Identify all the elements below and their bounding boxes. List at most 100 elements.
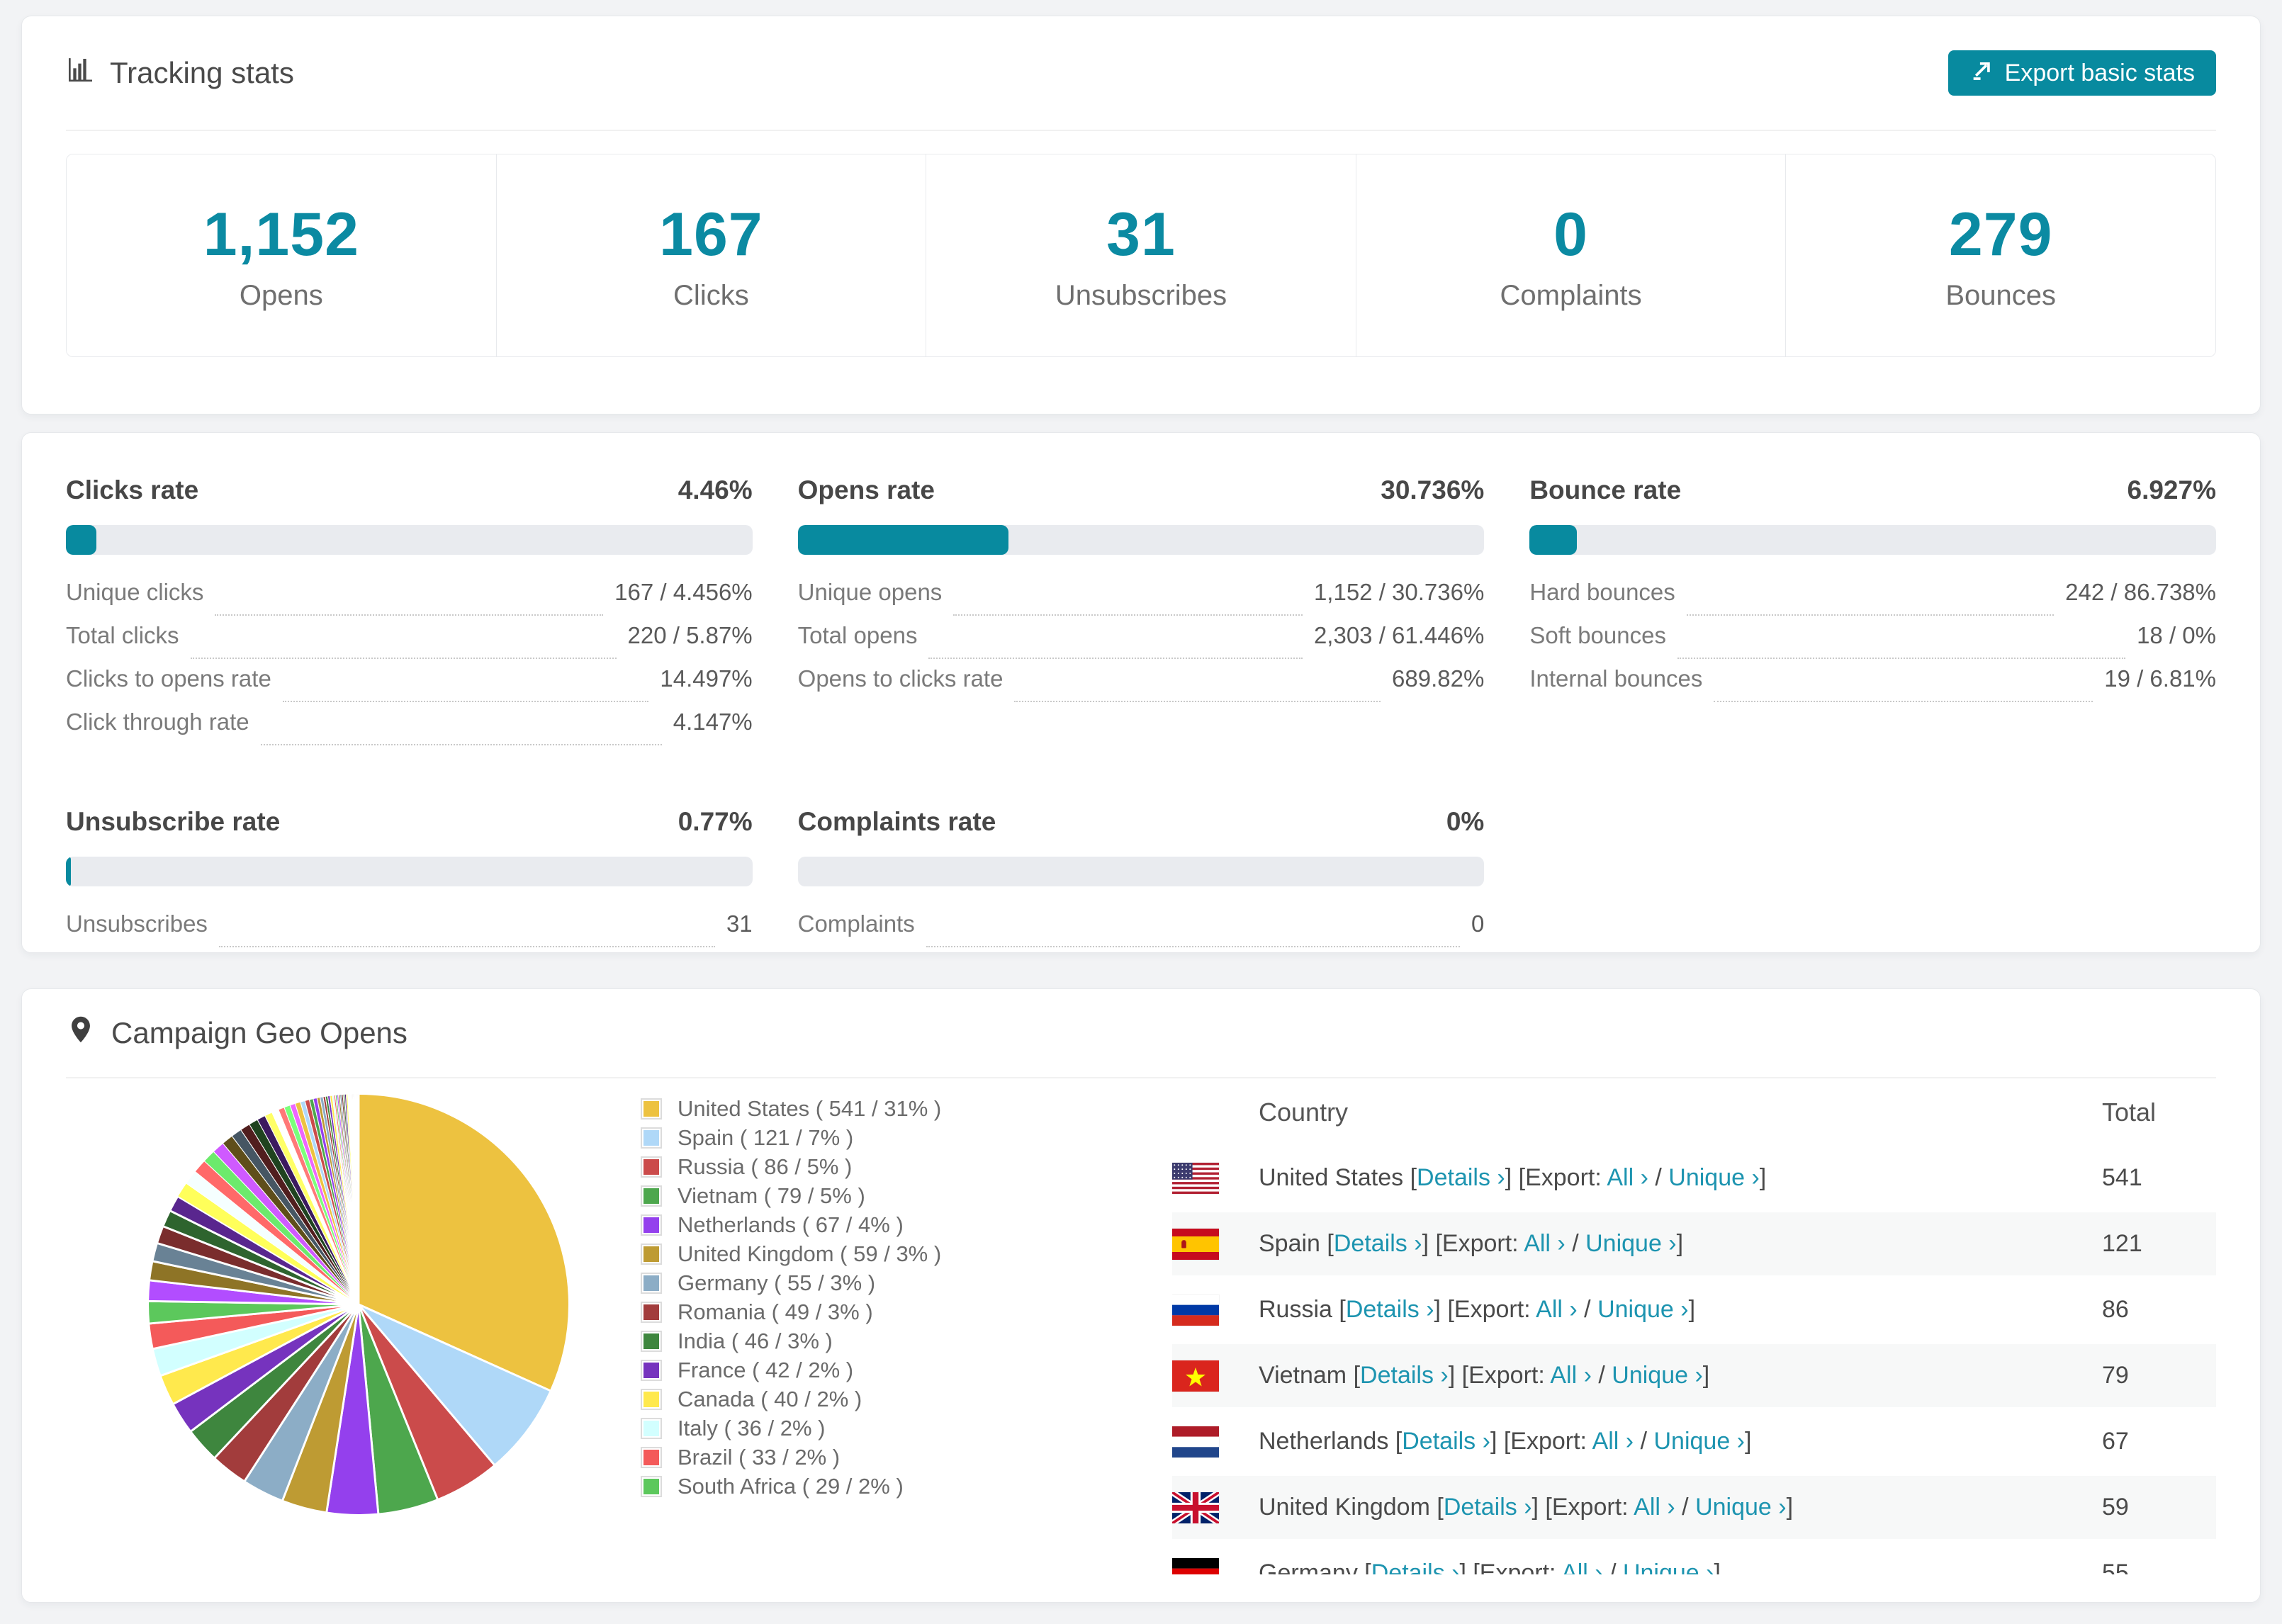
dotted-leader bbox=[1014, 701, 1381, 702]
rate-title: Opens rate bbox=[797, 475, 935, 504]
geo-row-netherlands: Netherlands [Details ›] [Export: All › /… bbox=[1172, 1410, 2216, 1473]
details-link[interactable]: Details › bbox=[1371, 1560, 1460, 1574]
stat-label: Opens bbox=[239, 279, 323, 311]
country-total: 79 bbox=[2102, 1362, 2129, 1389]
rate-title: Complaints rate bbox=[797, 807, 996, 836]
legend-item-united-states: United States ( 541 / 31% ) bbox=[641, 1094, 941, 1123]
tracking-stats-title: Tracking stats bbox=[66, 55, 294, 91]
export-all-link[interactable]: All › bbox=[1524, 1230, 1566, 1257]
legend-label: South Africa ( 29 / 2% ) bbox=[678, 1473, 904, 1499]
export-all-link[interactable]: All › bbox=[1634, 1494, 1675, 1521]
details-link[interactable]: Details › bbox=[1417, 1164, 1505, 1191]
page-title: Tracking stats bbox=[110, 56, 294, 89]
rates-grid: Clicks rate 4.46% Unique clicks 167 / 4.… bbox=[66, 475, 2216, 954]
legend-swatch bbox=[641, 1127, 662, 1149]
rate-row-total-opens: Total opens 2,303 / 61.446% bbox=[798, 622, 1484, 665]
rate-progress-track bbox=[66, 857, 753, 886]
bar-chart-icon bbox=[66, 55, 94, 91]
legend-label: Brazil ( 33 / 2% ) bbox=[678, 1444, 841, 1470]
details-link[interactable]: Details › bbox=[1444, 1494, 1532, 1521]
column-total: Total bbox=[2102, 1098, 2157, 1127]
export-unique-link[interactable]: Unique › bbox=[1612, 1362, 1703, 1389]
country-name: Vietnam bbox=[1259, 1362, 1347, 1389]
legend-label: Spain ( 121 / 7% ) bbox=[678, 1124, 854, 1150]
dotted-leader bbox=[1714, 701, 2093, 702]
legend-item-italy: Italy ( 36 / 2% ) bbox=[641, 1414, 941, 1443]
legend-label: Russia ( 86 / 5% ) bbox=[678, 1154, 853, 1179]
stat-clicks: 167 Clicks bbox=[496, 154, 927, 356]
legend-label: Vietnam ( 79 / 5% ) bbox=[678, 1183, 865, 1208]
legend-item-vietnam: Vietnam ( 79 / 5% ) bbox=[641, 1181, 941, 1210]
tracking-stats-page: Tracking stats Export basic stats 1,152 O… bbox=[0, 0, 2282, 1603]
export-unique-link[interactable]: Unique › bbox=[1695, 1494, 1787, 1521]
geo-row-russia: Russia [Details ›] [Export: All › / Uniq… bbox=[1172, 1278, 2216, 1341]
geo-table-header: Country Total bbox=[1172, 1078, 2216, 1146]
legend-label: France ( 42 / 2% ) bbox=[678, 1357, 854, 1382]
details-link[interactable]: Details › bbox=[1360, 1362, 1449, 1389]
rate-row-clicks-to-opens-rate: Clicks to opens rate 14.497% bbox=[66, 665, 753, 709]
dotted-leader bbox=[282, 701, 649, 702]
country-total: 541 bbox=[2102, 1164, 2142, 1191]
legend-label: United Kingdom ( 59 / 3% ) bbox=[678, 1241, 942, 1266]
legend-item-russia: Russia ( 86 / 5% ) bbox=[641, 1152, 941, 1181]
rate-value: 0% bbox=[1446, 807, 1485, 836]
details-link[interactable]: Details › bbox=[1334, 1230, 1422, 1257]
details-link[interactable]: Details › bbox=[1346, 1296, 1434, 1323]
legend-swatch bbox=[641, 1156, 662, 1178]
geo-title-wrap: Campaign Geo Opens bbox=[66, 1015, 408, 1051]
legend-swatch bbox=[641, 1185, 662, 1207]
rate-row-hard-bounces: Hard bounces 242 / 86.738% bbox=[1529, 579, 2216, 622]
geo-pie-chart bbox=[140, 1086, 578, 1523]
rate-row-click-through-rate: Click through rate 4.147% bbox=[66, 709, 753, 752]
dotted-leader bbox=[953, 614, 1303, 616]
export-all-link[interactable]: All › bbox=[1561, 1560, 1603, 1574]
rate-clicks-rate: Clicks rate 4.46% Unique clicks 167 / 4.… bbox=[66, 475, 753, 752]
rate-rows: Unique opens 1,152 / 30.736% Total opens… bbox=[798, 579, 1484, 709]
de-flag-icon bbox=[1172, 1557, 1219, 1574]
geo-title: Campaign Geo Opens bbox=[111, 1016, 408, 1049]
export-icon bbox=[1969, 58, 1994, 89]
rate-row-soft-bounces: Soft bounces 18 / 0% bbox=[1529, 622, 2216, 665]
stat-label: Bounces bbox=[1945, 279, 2056, 311]
legend-item-brazil: Brazil ( 33 / 2% ) bbox=[641, 1443, 941, 1472]
rate-rows: Complaints 0 bbox=[798, 910, 1484, 954]
export-basic-stats-button[interactable]: Export basic stats bbox=[1947, 50, 2216, 96]
rate-opens-rate: Opens rate 30.736% Unique opens 1,152 / … bbox=[797, 475, 1485, 752]
country-total: 121 bbox=[2102, 1230, 2142, 1257]
export-all-link[interactable]: All › bbox=[1550, 1362, 1592, 1389]
geo-row-spain: Spain [Details ›] [Export: All › / Uniqu… bbox=[1172, 1212, 2216, 1275]
stat-label: Complaints bbox=[1500, 279, 1642, 311]
legend-swatch bbox=[641, 1243, 662, 1265]
rate-progress-fill bbox=[1529, 525, 1578, 555]
legend-swatch bbox=[641, 1098, 662, 1120]
rate-progress-fill bbox=[66, 525, 97, 555]
rate-title: Unsubscribe rate bbox=[66, 807, 281, 836]
legend-item-romania: Romania ( 49 / 3% ) bbox=[641, 1297, 941, 1326]
stat-value: 31 bbox=[1106, 200, 1176, 269]
rate-value: 6.927% bbox=[2127, 475, 2217, 504]
export-unique-link[interactable]: Unique › bbox=[1585, 1230, 1677, 1257]
geo-row-germany: Germany [Details ›] [Export: All › / Uni… bbox=[1172, 1542, 2216, 1574]
rate-rows: Unsubscribes 31 bbox=[66, 910, 753, 954]
rate-rows: Hard bounces 242 / 86.738% Soft bounces … bbox=[1529, 579, 2216, 709]
rate-value: 30.736% bbox=[1381, 475, 1485, 504]
column-country: Country bbox=[1259, 1098, 1349, 1127]
legend-item-netherlands: Netherlands ( 67 / 4% ) bbox=[641, 1210, 941, 1239]
stat-opens: 1,152 Opens bbox=[67, 154, 497, 356]
export-unique-link[interactable]: Unique › bbox=[1653, 1428, 1745, 1455]
export-unique-link[interactable]: Unique › bbox=[1623, 1560, 1714, 1574]
legend-swatch bbox=[641, 1301, 662, 1323]
geo-row-united-kingdom: United Kingdom [Details ›] [Export: All … bbox=[1172, 1476, 2216, 1539]
rate-head: Complaints rate 0% bbox=[798, 807, 1485, 837]
export-unique-link[interactable]: Unique › bbox=[1668, 1164, 1760, 1191]
export-unique-link[interactable]: Unique › bbox=[1597, 1296, 1689, 1323]
export-all-link[interactable]: All › bbox=[1607, 1164, 1648, 1191]
legend-swatch bbox=[641, 1475, 662, 1497]
export-all-link[interactable]: All › bbox=[1536, 1296, 1578, 1323]
legend-label: India ( 46 / 3% ) bbox=[678, 1328, 833, 1353]
export-all-link[interactable]: All › bbox=[1592, 1428, 1634, 1455]
legend-item-germany: Germany ( 55 / 3% ) bbox=[641, 1268, 941, 1297]
details-link[interactable]: Details › bbox=[1402, 1428, 1490, 1455]
country-total: 67 bbox=[2102, 1428, 2129, 1455]
rate-row-unsubscribes: Unsubscribes 31 bbox=[66, 910, 753, 954]
